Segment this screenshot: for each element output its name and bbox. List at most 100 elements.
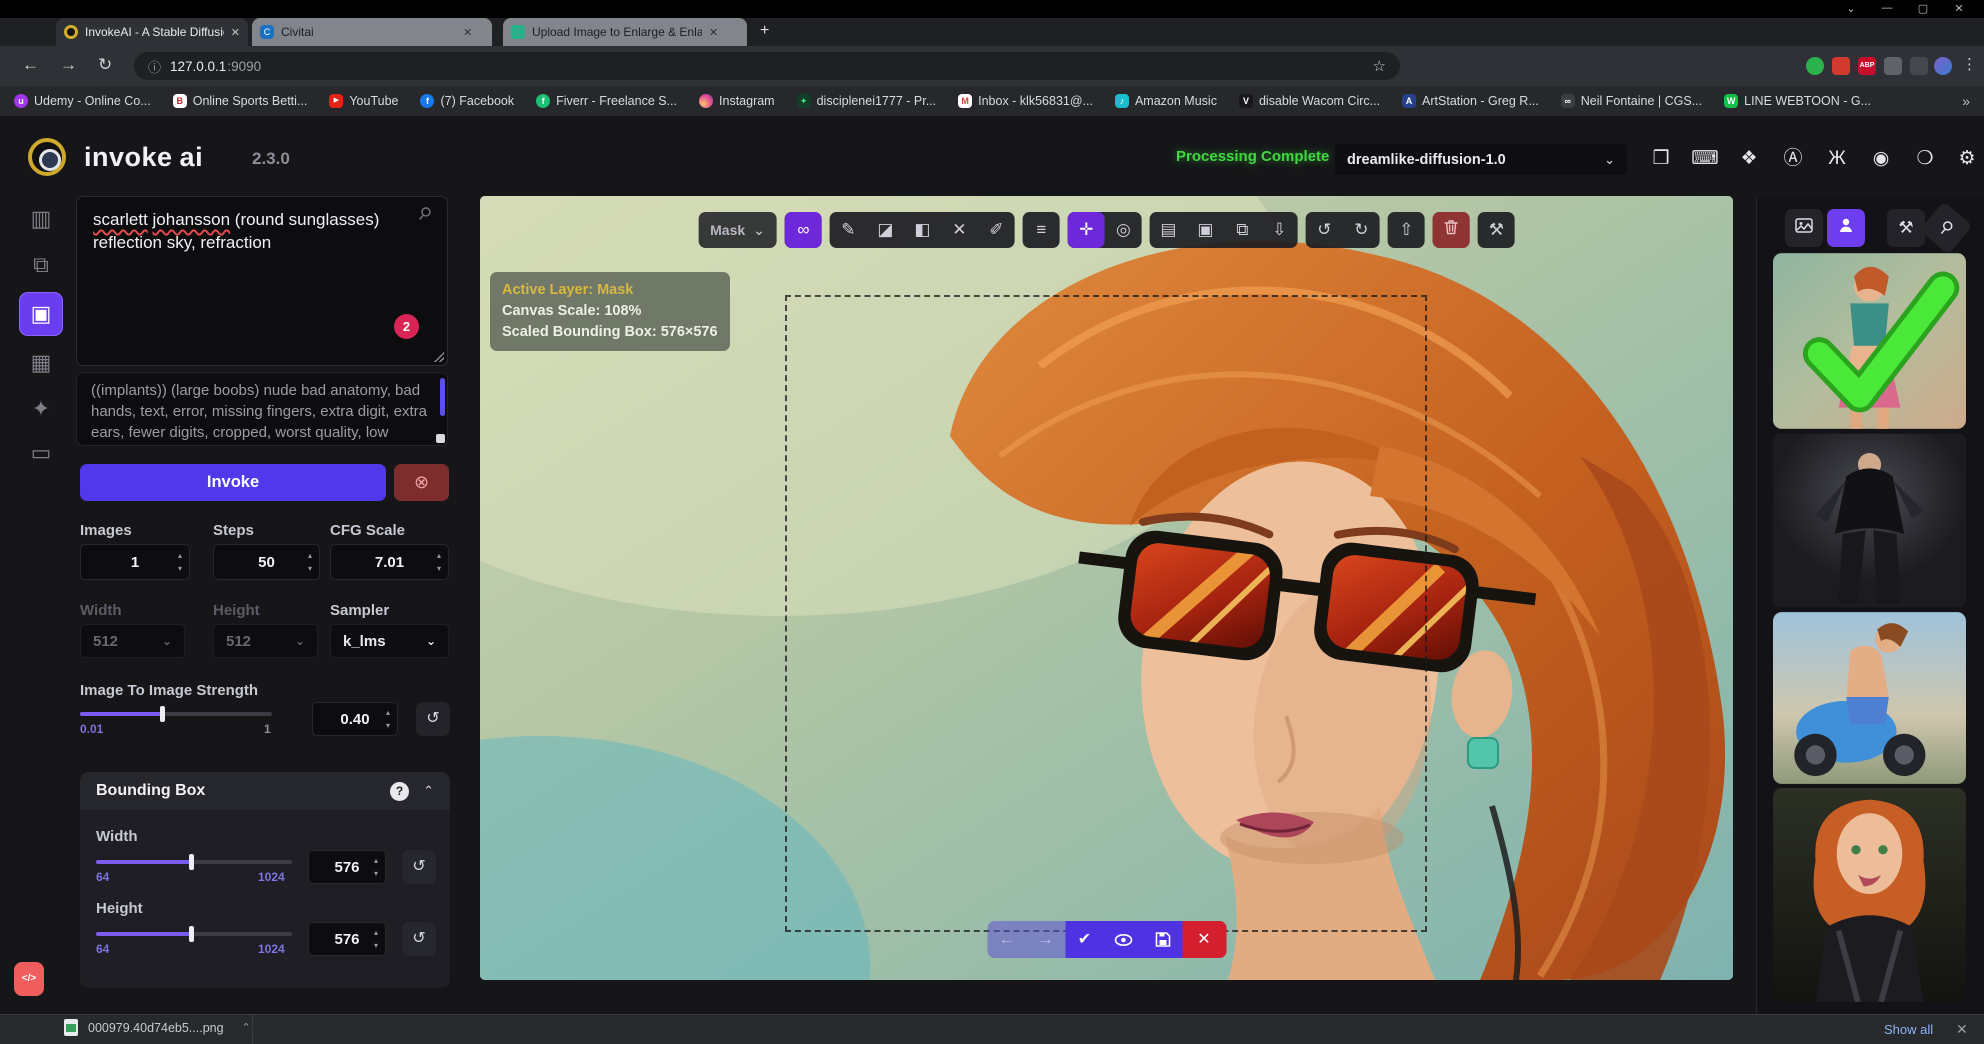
reset-view-button[interactable]: ◎ xyxy=(1105,212,1142,248)
bookmarks-overflow-icon[interactable]: » xyxy=(1962,93,1970,109)
cfg-input[interactable]: 7.01 ▴▾ xyxy=(330,544,449,580)
profile-avatar[interactable] xyxy=(1934,57,1952,75)
slider-handle[interactable] xyxy=(189,854,194,870)
bookmark-neil-fontaine[interactable]: ∞Neil Fontaine | CGS... xyxy=(1561,94,1702,108)
unified-canvas[interactable]: Mask ⌄ ∞ ✎ ◪ ◧ ✕ ✐ ≡ ✛ ◎ ▤ ▣ xyxy=(480,196,1733,980)
copy-to-clipboard-button[interactable]: ⧉ xyxy=(1224,212,1261,248)
next-image-button[interactable]: → xyxy=(1026,921,1065,958)
mask-visibility-button[interactable]: ∞ xyxy=(785,212,822,248)
bookmark-youtube[interactable]: ▶YouTube xyxy=(329,94,398,108)
model-manager-icon[interactable]: ❒ xyxy=(1646,144,1676,174)
gallery-results-tab[interactable] xyxy=(1827,209,1865,247)
negative-prompt-input[interactable]: ((implants)) (large boobs) nude bad anat… xyxy=(76,372,448,446)
bookmark-fiverr[interactable]: fFiverr - Freelance S... xyxy=(536,94,677,108)
bb-height-reset-button[interactable]: ↺ xyxy=(402,922,436,956)
stepper-icons[interactable]: ▴▾ xyxy=(374,926,378,952)
bookmark-webtoon[interactable]: WLINE WEBTOON - G... xyxy=(1724,94,1871,108)
stepper-icons[interactable]: ▴▾ xyxy=(374,854,378,880)
save-staged-image-button[interactable] xyxy=(1143,921,1182,958)
tab-close-icon[interactable]: ✕ xyxy=(709,26,718,39)
discard-image-button[interactable]: ✕ xyxy=(1182,921,1226,958)
bounding-box-outline[interactable] xyxy=(785,295,1427,932)
new-tab-button[interactable]: + xyxy=(760,22,769,40)
cancel-button[interactable]: ⊗ xyxy=(394,464,449,501)
forward-icon[interactable]: → xyxy=(60,55,77,75)
github-icon[interactable]: ◉ xyxy=(1866,144,1896,174)
scrollbar-thumb[interactable] xyxy=(440,378,445,416)
strength-slider[interactable] xyxy=(80,712,272,716)
accept-image-button[interactable]: ✔ xyxy=(1065,921,1104,958)
width-select[interactable]: 512⌄ xyxy=(80,624,185,658)
bookmark-artstation[interactable]: AArtStation - Greg R... xyxy=(1402,94,1539,108)
tab-text-to-image[interactable]: ▥ xyxy=(22,200,60,238)
gallery-settings-button[interactable]: ⚒ xyxy=(1887,209,1925,247)
bookmark-wacom[interactable]: Vdisable Wacom Circ... xyxy=(1239,94,1380,108)
bb-width-slider[interactable] xyxy=(96,860,292,864)
slider-handle[interactable] xyxy=(189,926,194,942)
brush-tool-button[interactable]: ✎ xyxy=(830,212,867,248)
reload-icon[interactable]: ↻ xyxy=(98,55,112,75)
model-select[interactable]: dreamlike-diffusion-1.0 ⌄ xyxy=(1335,144,1627,175)
site-info-icon[interactable]: ⓘ xyxy=(148,57,161,76)
tab-close-icon[interactable]: ✕ xyxy=(463,26,472,39)
collapse-icon[interactable]: ⌃ xyxy=(423,783,434,799)
stepper-icons[interactable]: ▴▾ xyxy=(437,549,441,575)
download-item[interactable]: 000979.40d74eb5....png ⌃ xyxy=(64,1019,251,1036)
tab-civitai[interactable]: C Civitai ✕ xyxy=(252,18,492,46)
bug-report-icon[interactable]: Ж xyxy=(1822,144,1852,174)
extension-abp-icon[interactable]: ABP xyxy=(1858,57,1876,75)
resize-handle[interactable] xyxy=(434,352,444,362)
fill-mask-button[interactable]: ◧ xyxy=(904,212,941,248)
bookmark-inbox[interactable]: MInbox - klk56831@... xyxy=(958,94,1093,108)
discord-icon[interactable]: ❍ xyxy=(1910,144,1940,174)
stepper-icons[interactable]: ▴▾ xyxy=(386,706,390,732)
upload-image-button[interactable]: ⇧ xyxy=(1388,212,1425,248)
canvas-settings-button[interactable]: ⚒ xyxy=(1478,212,1515,248)
hotkeys-icon[interactable]: ⌨ xyxy=(1690,144,1720,174)
download-menu-icon[interactable]: ⌃ xyxy=(242,1021,251,1034)
tab-image-to-image[interactable]: ⧉ xyxy=(22,246,60,284)
tab-search-icon[interactable]: ⌄ xyxy=(1836,2,1866,15)
height-select[interactable]: 512⌄ xyxy=(213,624,318,658)
color-picker-button[interactable]: ✐ xyxy=(978,212,1015,248)
gallery-thumbnail-selected[interactable] xyxy=(1773,253,1966,429)
url-bar[interactable]: ⓘ 127.0.0.1 :9090 ☆ xyxy=(134,52,1400,80)
tab-post-processing[interactable]: ✦ xyxy=(22,390,60,428)
strength-reset-button[interactable]: ↺ xyxy=(416,702,450,736)
show-all-downloads-link[interactable]: Show all xyxy=(1884,1022,1933,1037)
gallery-images-tab[interactable] xyxy=(1785,209,1823,247)
console-toggle-button[interactable]: </> xyxy=(14,962,44,996)
images-input[interactable]: 1 ▴▾ xyxy=(80,544,190,580)
stepper-icons[interactable]: ▴▾ xyxy=(308,549,312,575)
back-icon[interactable]: ← xyxy=(22,55,39,75)
previous-image-button[interactable]: ← xyxy=(987,921,1026,958)
maximize-button[interactable]: ▢ xyxy=(1908,2,1938,15)
sampler-select[interactable]: k_lms⌄ xyxy=(330,624,449,658)
move-tool-button[interactable]: ✛ xyxy=(1068,212,1105,248)
stepper-icons[interactable]: ▴▾ xyxy=(178,549,182,575)
invoke-button[interactable]: Invoke xyxy=(80,464,386,501)
eraser-tool-button[interactable]: ◪ xyxy=(867,212,904,248)
extension-green-icon[interactable] xyxy=(1806,57,1824,75)
resize-handle[interactable] xyxy=(436,434,445,443)
gallery-thumbnail[interactable] xyxy=(1773,788,1966,1002)
clear-canvas-button[interactable] xyxy=(1433,212,1470,248)
tab-training[interactable]: ▭ xyxy=(22,434,60,472)
extension-red-icon[interactable] xyxy=(1832,57,1850,75)
bookmark-udemy[interactable]: uUdemy - Online Co... xyxy=(14,94,151,108)
side-panel-icon[interactable] xyxy=(1910,57,1928,75)
prompt-input[interactable]: scarlett johansson (round sunglasses) re… xyxy=(76,196,448,366)
bookmark-star-icon[interactable]: ☆ xyxy=(1373,57,1386,75)
tab-unified-canvas[interactable]: ▣ xyxy=(19,292,63,336)
close-window-button[interactable]: ✕ xyxy=(1944,2,1974,15)
settings-gear-icon[interactable]: ⚙ xyxy=(1952,144,1982,174)
language-icon[interactable]: Ⓐ xyxy=(1778,144,1808,174)
tab-upload-image[interactable]: Upload Image to Enlarge & Enla ✕ xyxy=(503,18,747,46)
bounding-box-header[interactable]: Bounding Box ? ⌃ xyxy=(80,772,450,810)
gallery-thumbnail[interactable] xyxy=(1773,612,1966,784)
tab-invokeai[interactable]: InvokeAI - A Stable Diffusion Too ✕ xyxy=(56,18,248,46)
bookmark-sports[interactable]: BOnline Sports Betti... xyxy=(173,94,308,108)
brush-options-button[interactable]: ≡ xyxy=(1023,212,1060,248)
bb-height-slider[interactable] xyxy=(96,932,292,936)
download-image-button[interactable]: ⇩ xyxy=(1261,212,1298,248)
